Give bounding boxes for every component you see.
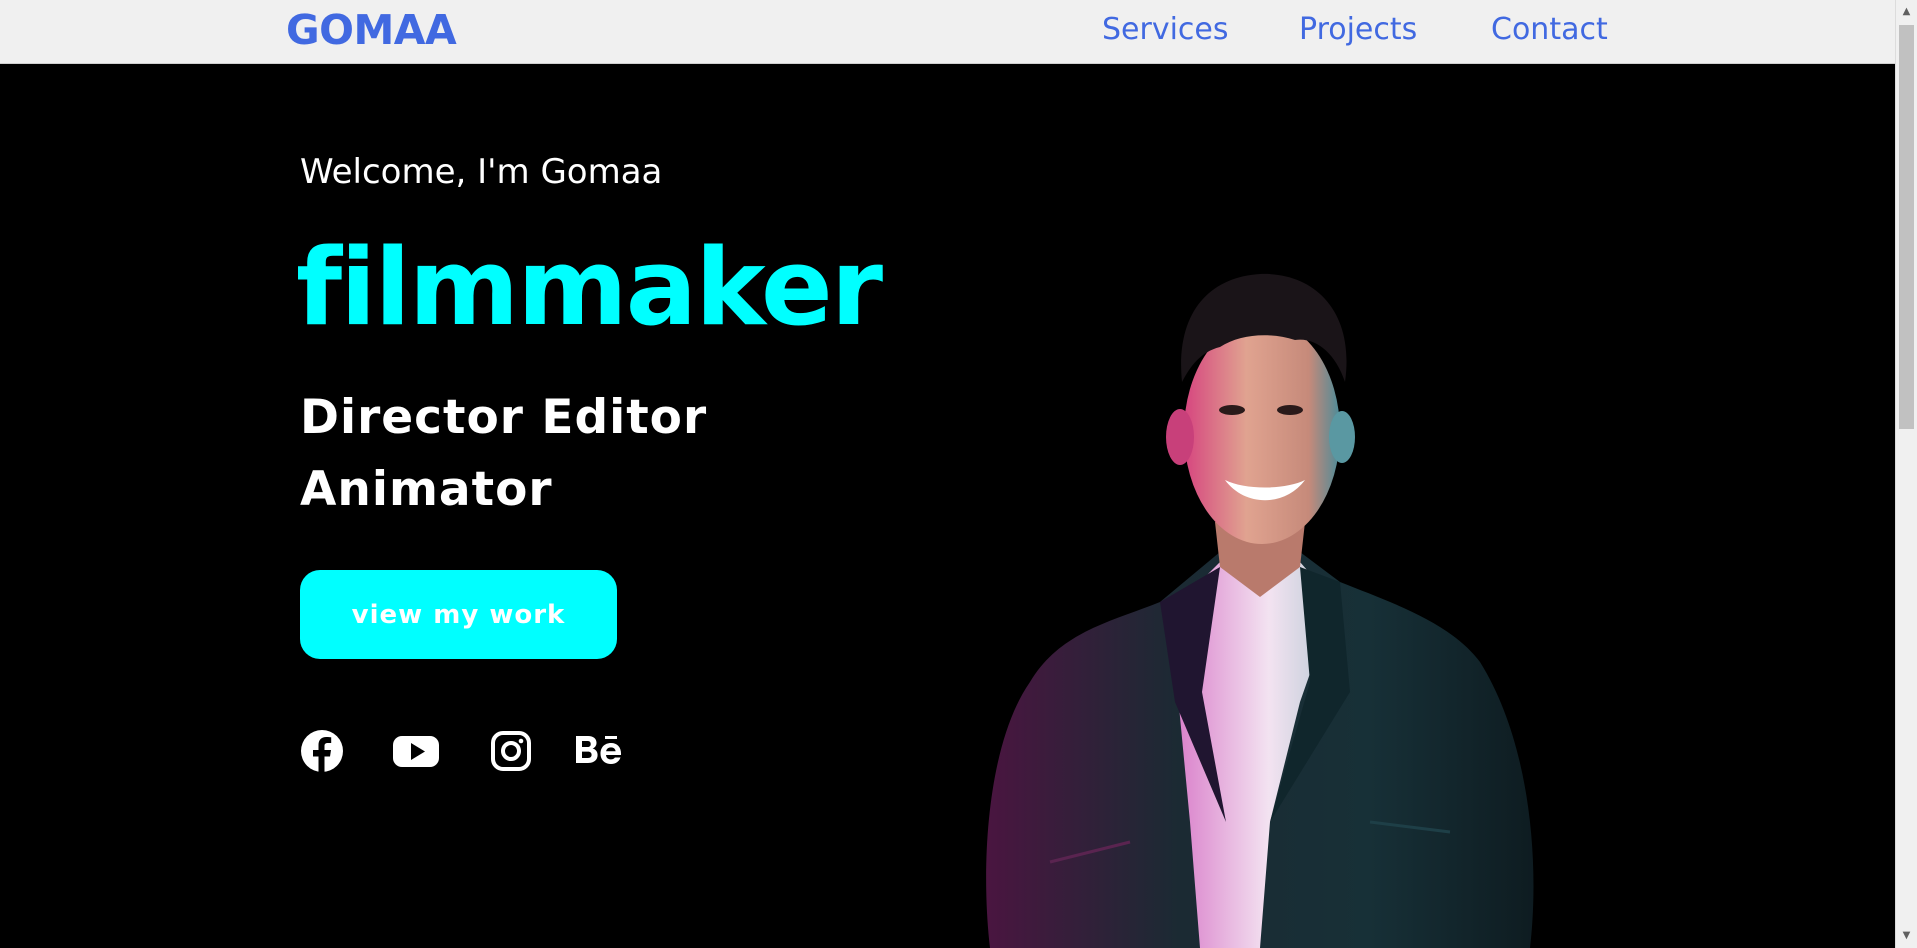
roles-text: Director Editor Animator xyxy=(300,382,720,526)
nav-link-contact[interactable]: Contact xyxy=(1491,12,1608,47)
hero-section: Welcome, I'm Gomaa filmmaker Director Ed… xyxy=(0,64,1896,948)
view-my-work-button[interactable]: view my work xyxy=(300,570,617,659)
roles-line-1: Director Editor xyxy=(300,390,708,445)
youtube-icon[interactable] xyxy=(392,729,440,773)
greeting-text: Welcome, I'm Gomaa xyxy=(300,152,663,192)
page: GOMAA Services Projects Contact Welcome,… xyxy=(0,0,1917,948)
portrait-image xyxy=(986,273,1534,948)
scroll-up-icon[interactable]: ▲ xyxy=(1896,2,1917,22)
logo[interactable]: GOMAA xyxy=(286,6,457,54)
facebook-icon[interactable] xyxy=(300,729,344,773)
roles-line-2: Animator xyxy=(300,462,553,517)
nav-link-projects[interactable]: Projects xyxy=(1299,12,1417,47)
instagram-icon[interactable] xyxy=(489,729,533,773)
scrollbar[interactable]: ▲ ▼ xyxy=(1895,0,1917,948)
scroll-down-icon[interactable]: ▼ xyxy=(1896,926,1917,946)
headline: filmmaker xyxy=(296,226,883,349)
behance-icon[interactable] xyxy=(574,729,626,773)
navbar: GOMAA Services Projects Contact xyxy=(0,0,1896,64)
scroll-thumb[interactable] xyxy=(1899,25,1914,429)
nav-link-services[interactable]: Services xyxy=(1102,12,1229,47)
